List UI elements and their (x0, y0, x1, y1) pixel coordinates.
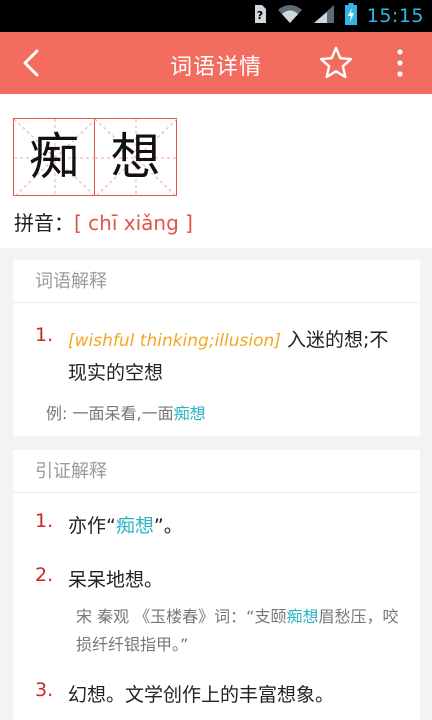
item-text: 呆呆地想。 (68, 569, 164, 591)
text-part: 亦作“ (68, 515, 116, 537)
quote-highlight: 痴想 (286, 607, 319, 626)
favorite-button[interactable] (317, 44, 355, 82)
pinyin-row: 拼音：[ chī xiǎng ] (14, 207, 193, 236)
item-number: 2. (35, 564, 54, 586)
headword-char: 想 (110, 128, 161, 186)
english-translation: [wishful thinking;illusion] (68, 331, 281, 351)
status-bar: ? 15:15 (0, 0, 432, 32)
pinyin-value: [ chī xiǎng ] (74, 211, 193, 235)
text-part: ”。 (153, 515, 183, 537)
section-title: 引证解释 (13, 450, 420, 493)
signal-icon (313, 4, 335, 28)
star-outline-icon (319, 46, 353, 79)
item-text: 亦作“痴想”。 (68, 510, 404, 542)
item-text: 幻想。文学创作上的丰富想象。 (68, 684, 335, 706)
item-number: 1. (35, 510, 54, 532)
page-title: 词语详情 (169, 55, 262, 80)
section-title: 词语解释 (13, 260, 420, 303)
character-cell: 想 (95, 118, 177, 197)
clock-time: 15:15 (366, 5, 424, 27)
citation-highlight: 痴想 (115, 515, 154, 537)
svg-text:?: ? (257, 9, 263, 22)
battery-charging-icon (344, 3, 357, 29)
main-content[interactable]: 痴 想 拼音：[ chī xiǎng ] 词语解释 1. [wishful th… (0, 94, 432, 720)
wifi-icon (277, 4, 303, 28)
example-sentence: 例: 一面呆看,一面痴想 (46, 400, 206, 424)
more-vertical-icon (397, 49, 403, 77)
item-text: [wishful thinking;illusion] 入迷的想;不现实的空想 (68, 324, 404, 389)
sim-unknown-icon: ? (253, 4, 267, 28)
quote-text: 宋 秦观 《玉楼春》词：“支颐 (76, 607, 287, 626)
pinyin-label: 拼音： (14, 211, 74, 235)
character-grid: 痴 想 (13, 118, 177, 197)
status-icons: ? 15:15 (253, 0, 424, 32)
item-number: 1. (35, 324, 54, 346)
item-number: 3. (35, 679, 54, 701)
app-bar: 词语详情 (0, 32, 432, 94)
citations-section: 引证解释 1. 亦作“痴想”。 2. 呆呆地想。 宋 秦观 《玉楼春》词：“支颐… (13, 450, 420, 720)
headword-char: 痴 (29, 128, 79, 186)
explanation-section: 词语解释 1. [wishful thinking;illusion] 入迷的想… (13, 260, 420, 436)
example-text: 例: 一面呆看,一面 (46, 404, 174, 423)
more-options-button[interactable] (388, 44, 412, 82)
character-cell: 痴 (13, 118, 96, 197)
example-highlight: 痴想 (173, 404, 206, 423)
headword-card: 痴 想 拼音：[ chī xiǎng ] (0, 94, 432, 248)
citation-quote: 宋 秦观 《玉楼春》词：“支颐痴想眉愁压，咬损纤纤银指甲。” (76, 603, 404, 659)
